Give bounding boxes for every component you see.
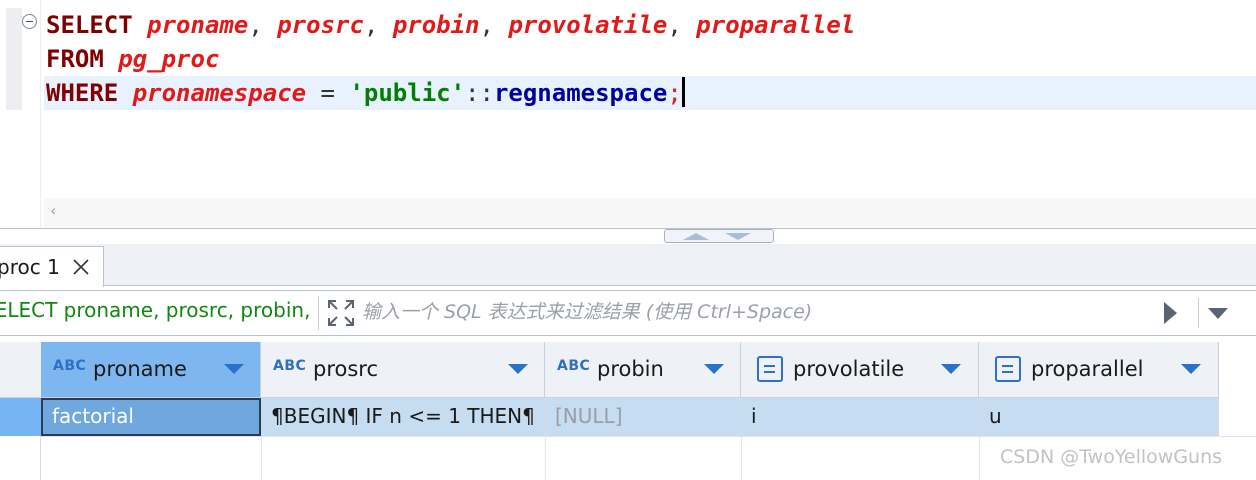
- expand-icon[interactable]: [326, 298, 356, 328]
- code-token: prosrc: [277, 11, 364, 39]
- filter-history-dropdown[interactable]: [1208, 308, 1228, 319]
- code-token: pg_proc: [118, 45, 220, 73]
- tab-results-label: proc 1: [0, 255, 60, 279]
- filter-separator-2: [1198, 298, 1199, 328]
- panel-splitter[interactable]: [0, 228, 1256, 244]
- filter-separator: [318, 296, 319, 330]
- close-icon[interactable]: [71, 257, 91, 277]
- code-token: ;: [667, 79, 682, 107]
- grid-line: [979, 436, 980, 480]
- column-header-proname[interactable]: ABC proname: [41, 342, 261, 398]
- column-name: proname: [93, 357, 187, 381]
- code-line[interactable]: WHERE pronamespace = 'public'::regnamesp…: [46, 76, 855, 110]
- results-tab-strip: proc 1: [0, 244, 1256, 287]
- code-token: SELECT: [46, 11, 133, 39]
- column-header-prosrc[interactable]: ABC prosrc: [261, 342, 545, 398]
- code-token: ,: [479, 11, 509, 39]
- table-cell[interactable]: ¶BEGIN¶ IF n <= 1 THEN¶: [261, 398, 545, 436]
- column-header-probin[interactable]: ABC probin: [545, 342, 741, 398]
- column-name: probin: [597, 357, 664, 381]
- text-type-icon: ABC: [557, 358, 591, 374]
- fold-collapse-icon[interactable]: [22, 14, 37, 29]
- sql-code[interactable]: SELECT proname, prosrc, probin, provolat…: [46, 8, 855, 110]
- code-token: ,: [667, 11, 697, 39]
- row-number-header[interactable]: [0, 342, 41, 398]
- code-token: WHERE: [46, 79, 119, 107]
- query-text: SELECT proname, prosrc, probin, p: [0, 298, 310, 322]
- chevron-down-icon[interactable]: [508, 364, 528, 374]
- maximize-results-icon[interactable]: [725, 233, 751, 240]
- horizontal-scrollbar[interactable]: ‹: [44, 198, 1256, 228]
- code-token: ,: [363, 11, 393, 39]
- column-header-provolatile[interactable]: provolatile: [741, 342, 979, 398]
- document-type-icon: [757, 356, 783, 382]
- document-type-icon: [995, 356, 1021, 382]
- code-token: FROM: [46, 45, 104, 73]
- table-cell[interactable]: i: [741, 398, 979, 436]
- editor-gutter: [0, 0, 40, 228]
- text-caret: [681, 77, 685, 107]
- chevron-down-icon[interactable]: [224, 364, 244, 374]
- chevron-down-icon[interactable]: [941, 364, 961, 374]
- code-token: ,: [248, 11, 278, 39]
- splitter-handle[interactable]: [664, 229, 774, 243]
- code-token: =: [306, 79, 350, 107]
- code-line[interactable]: SELECT proname, prosrc, probin, provolat…: [46, 8, 855, 42]
- maximize-editor-icon[interactable]: [683, 233, 709, 240]
- text-type-icon: ABC: [273, 358, 307, 374]
- change-marker-bar: [6, 8, 22, 110]
- code-token: proname: [147, 11, 249, 39]
- code-token: probin: [392, 11, 480, 39]
- sql-editor[interactable]: SELECT proname, prosrc, probin, provolat…: [0, 0, 1256, 228]
- code-token: 'public': [349, 79, 466, 107]
- chevron-left-icon[interactable]: ‹: [50, 201, 56, 220]
- column-name: proparallel: [1031, 357, 1144, 381]
- chevron-down-icon[interactable]: [704, 364, 724, 374]
- row-number-1[interactable]: [0, 398, 41, 436]
- column-header-proparallel[interactable]: proparallel: [979, 342, 1219, 398]
- table-cell[interactable]: factorial: [41, 398, 261, 436]
- filter-input[interactable]: [362, 296, 1162, 328]
- code-token: regnamespace: [493, 79, 668, 107]
- table-cell-null[interactable]: [NULL]: [545, 398, 741, 436]
- gutter-divider: [40, 0, 41, 228]
- table-cell[interactable]: u: [979, 398, 1219, 436]
- code-token: pronamespace: [132, 79, 307, 107]
- column-name: provolatile: [793, 357, 905, 381]
- filter-bar: SELECT proname, prosrc, probin, p: [0, 290, 1256, 336]
- tab-results[interactable]: proc 1: [0, 246, 104, 287]
- watermark: CSDN @TwoYellowGuns: [1000, 446, 1223, 468]
- grid-line: [545, 436, 546, 480]
- text-type-icon: ABC: [53, 358, 87, 374]
- grid-line: [741, 436, 742, 480]
- column-name: prosrc: [313, 357, 379, 381]
- code-token: provolatile: [508, 11, 668, 39]
- code-token: proparallel: [696, 11, 856, 39]
- chevron-down-icon[interactable]: [1181, 364, 1201, 374]
- apply-filter-button[interactable]: [1164, 302, 1177, 324]
- code-token: ::: [465, 79, 494, 107]
- grid-line: [261, 436, 262, 480]
- code-line[interactable]: FROM pg_proc: [46, 42, 855, 76]
